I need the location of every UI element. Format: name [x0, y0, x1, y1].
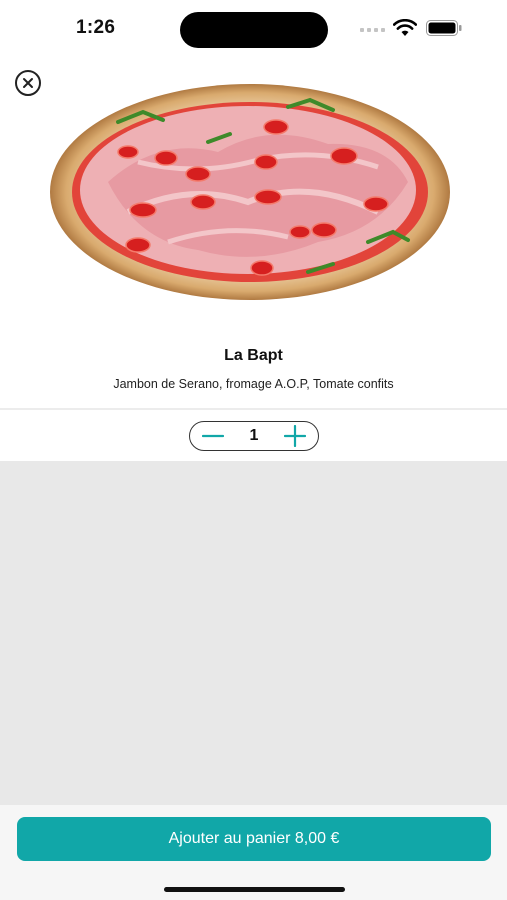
increase-quantity-button[interactable]	[282, 423, 308, 449]
options-area	[0, 461, 507, 805]
quantity-stepper: 1	[189, 421, 319, 451]
plus-icon	[284, 425, 306, 447]
quantity-value: 1	[249, 427, 259, 444]
decrease-quantity-button[interactable]	[200, 423, 226, 449]
pizza-image	[50, 84, 450, 300]
wifi-icon	[393, 19, 417, 36]
cellular-signal-icon	[360, 28, 385, 32]
dynamic-island	[180, 12, 328, 48]
add-to-cart-button[interactable]: Ajouter au panier 8,00 €	[17, 817, 491, 861]
status-time: 1:26	[76, 17, 116, 38]
status-bar: 1:26	[0, 0, 507, 56]
product-description: Jambon de Serano, fromage A.O.P, Tomate …	[113, 377, 394, 391]
divider	[0, 408, 507, 410]
product-name: La Bapt	[224, 347, 283, 364]
home-indicator[interactable]	[164, 887, 345, 892]
close-button[interactable]	[15, 70, 41, 96]
minus-icon	[202, 434, 224, 438]
close-icon	[23, 78, 33, 88]
battery-icon	[426, 20, 462, 36]
